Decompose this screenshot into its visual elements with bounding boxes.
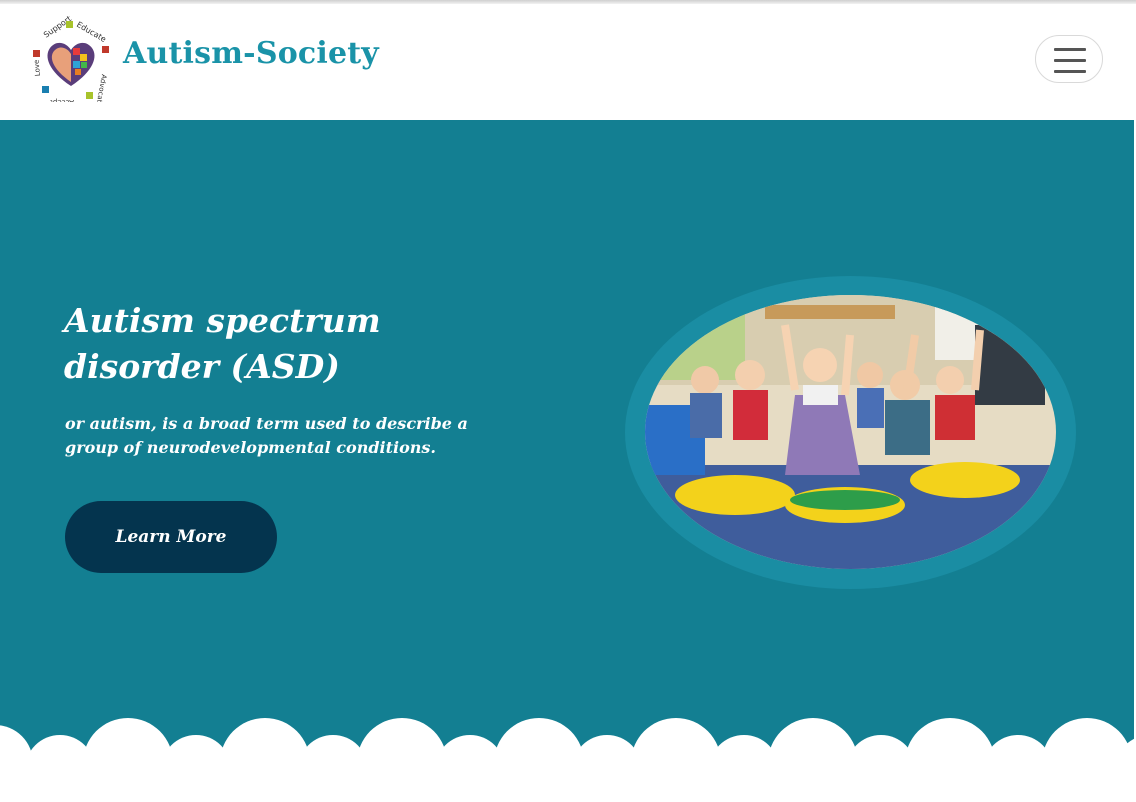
children-classroom-photo [645,295,1056,569]
logo-heart-hands-icon[interactable]: Support Educate Advocate Accept Love [28,14,114,107]
hero-title: Autism spectrum disorder (ASD) [64,301,381,386]
hamburger-icon [1054,48,1086,51]
menu-toggle-button[interactable] [1035,35,1103,83]
hero-section: Autism spectrum disorder (ASD) or autism… [0,120,1134,798]
site-header: Support Educate Advocate Accept Love Aut… [0,4,1136,120]
cloud-divider [0,718,1136,802]
svg-text:Accept: Accept [50,98,74,102]
svg-text:Love: Love [33,59,42,76]
brand-name[interactable]: Autism-Society [123,36,379,71]
learn-more-button[interactable]: Learn More [65,501,277,573]
hero-subtitle: or autism, is a broad term used to descr… [65,414,468,457]
